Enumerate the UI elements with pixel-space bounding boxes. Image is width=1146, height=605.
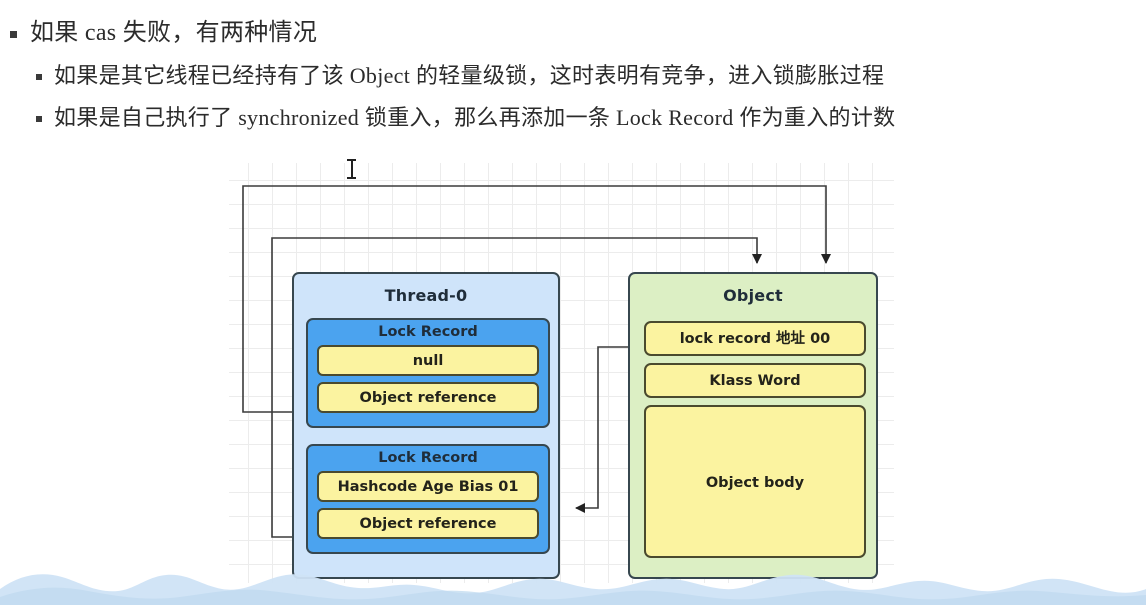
object-mark-word: lock record 地址 00 bbox=[644, 321, 866, 356]
lock-record-1[interactable]: Lock Record null Object reference bbox=[306, 318, 550, 428]
object-box[interactable]: Object lock record 地址 00 Klass Word Obje… bbox=[628, 272, 878, 579]
note-item-0: 如果 cas 失败，有两种情况 bbox=[0, 18, 1146, 48]
note-text: 如果是其它线程已经持有了该 Object 的轻量级锁，这时表明有竞争，进入锁膨胀… bbox=[54, 63, 885, 88]
lock-record-1-title: Lock Record bbox=[378, 324, 478, 340]
bullet-square-icon bbox=[36, 74, 42, 80]
lock-record-1-row-0: null bbox=[317, 345, 539, 376]
note-text: 如果 cas 失败，有两种情况 bbox=[30, 20, 318, 46]
thread-title: Thread-0 bbox=[384, 286, 468, 305]
note-item-1: 如果是其它线程已经持有了该 Object 的轻量级锁，这时表明有竞争，进入锁膨胀… bbox=[0, 62, 1146, 90]
lock-record-2-row-1: Object reference bbox=[317, 508, 539, 539]
thread-box[interactable]: Thread-0 Lock Record null Object referen… bbox=[292, 272, 560, 579]
bottom-wave-decoration bbox=[0, 574, 1146, 605]
notes-list: 如果 cas 失败，有两种情况 如果是其它线程已经持有了该 Object 的轻量… bbox=[0, 0, 1146, 132]
bullet-square-icon bbox=[10, 31, 17, 38]
bullet-square-icon bbox=[36, 116, 42, 122]
note-item-2: 如果是自己执行了 synchronized 锁重入，那么再添加一条 Lock R… bbox=[0, 104, 1146, 132]
lock-record-1-row-1: Object reference bbox=[317, 382, 539, 413]
object-body: Object body bbox=[644, 405, 866, 558]
note-text: 如果是自己执行了 synchronized 锁重入，那么再添加一条 Lock R… bbox=[54, 105, 896, 130]
lock-record-2[interactable]: Lock Record Hashcode Age Bias 01 Object … bbox=[306, 444, 550, 554]
object-klass-word: Klass Word bbox=[644, 363, 866, 398]
lock-record-2-row-0: Hashcode Age Bias 01 bbox=[317, 471, 539, 502]
lock-record-2-title: Lock Record bbox=[378, 450, 478, 466]
object-title: Object bbox=[723, 286, 783, 305]
